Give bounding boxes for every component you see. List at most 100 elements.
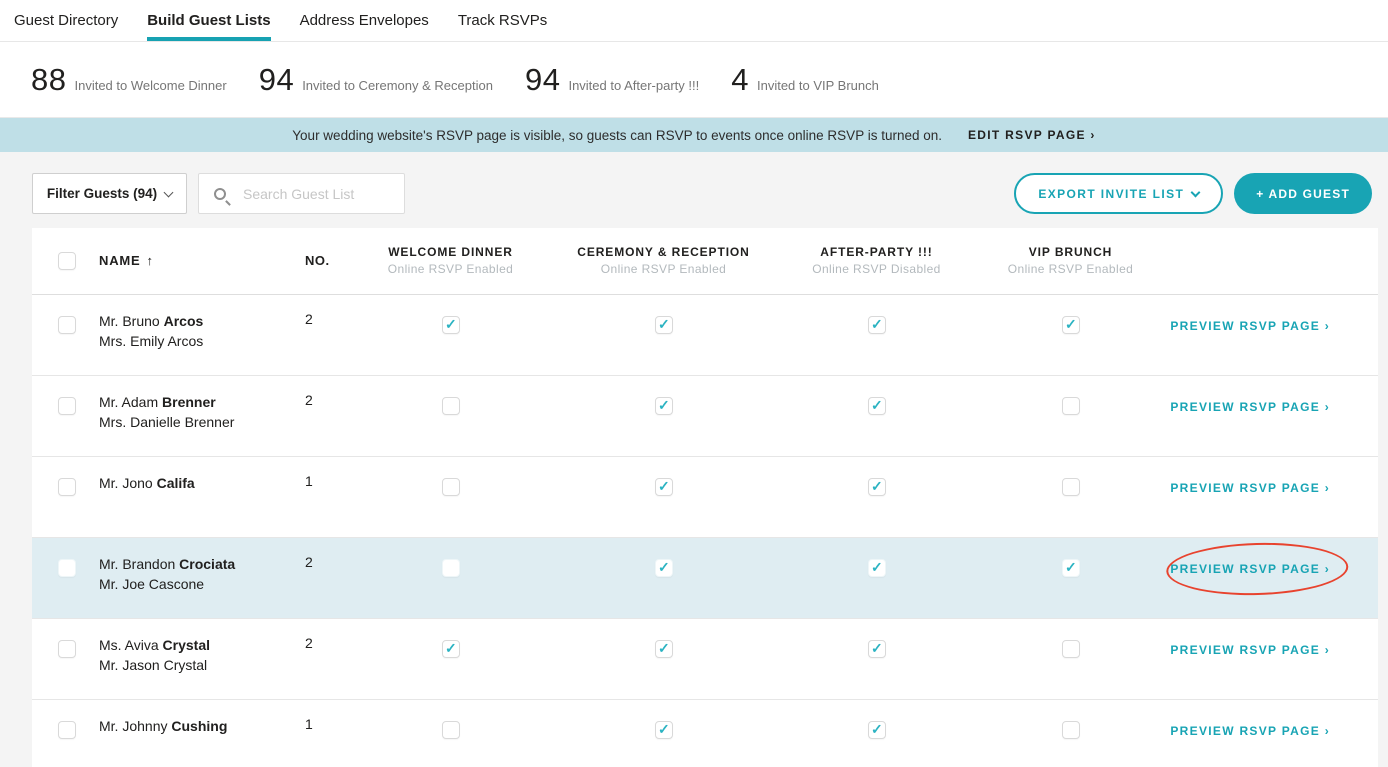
event-rsvp-checkbox-ceremony-reception[interactable] — [654, 316, 673, 334]
select-all-checkbox[interactable] — [58, 252, 76, 270]
party-count: 2 — [305, 392, 313, 408]
tab-bar: Guest Directory Build Guest Lists Addres… — [0, 0, 1388, 42]
event-rsvp-checkbox-vip-brunch[interactable] — [1061, 721, 1080, 739]
tab-label: Track RSVPs — [457, 12, 548, 29]
table-row: Mr. Johnny Cushing 1 PREVIEW RSVP PAGE › — [32, 700, 1378, 767]
event-rsvp-checkbox-vip-brunch[interactable] — [1061, 559, 1080, 577]
event-rsvp-status: Online RSVP Disabled — [812, 262, 941, 276]
event-rsvp-checkbox-ceremony-reception[interactable] — [654, 397, 673, 415]
preview-rsvp-link[interactable]: PREVIEW RSVP PAGE › — [1170, 562, 1330, 576]
guest-search[interactable] — [198, 173, 405, 214]
guest-names: Mr. Johnny Cushing — [99, 700, 305, 767]
table-row: Ms. Aviva Crystal Mr. Jason Crystal 2 PR… — [32, 619, 1378, 700]
event-rsvp-checkbox-welcome-dinner[interactable] — [441, 397, 460, 415]
preview-rsvp-wrap: PREVIEW RSVP PAGE › — [1170, 317, 1330, 335]
event-title: CEREMONY & RECEPTION — [577, 245, 750, 259]
guest-primary-name: Mr. Adam Brenner — [99, 394, 216, 410]
party-count: 2 — [305, 554, 313, 570]
event-rsvp-checkbox-welcome-dinner[interactable] — [441, 478, 460, 496]
party-count: 1 — [305, 473, 313, 489]
row-select-checkbox[interactable] — [58, 478, 76, 496]
event-rsvp-checkbox-ceremony-reception[interactable] — [654, 478, 673, 496]
event-rsvp-checkbox-after-party[interactable] — [867, 559, 886, 577]
row-select-checkbox[interactable] — [58, 640, 76, 658]
stat-count: 88 — [31, 61, 67, 97]
add-guest-button[interactable]: + ADD GUEST — [1234, 173, 1372, 214]
preview-rsvp-link[interactable]: PREVIEW RSVP PAGE › — [1170, 319, 1330, 333]
stat-count: 94 — [524, 61, 561, 97]
event-rsvp-checkbox-welcome-dinner[interactable] — [441, 640, 460, 658]
preview-rsvp-link[interactable]: PREVIEW RSVP PAGE › — [1170, 481, 1330, 495]
preview-rsvp-wrap: PREVIEW RSVP PAGE › — [1170, 641, 1330, 659]
edit-rsvp-page-link[interactable]: EDIT RSVP PAGE › — [968, 128, 1096, 142]
party-count: 2 — [305, 311, 313, 327]
event-title: AFTER-PARTY !!! — [820, 245, 933, 259]
column-header-no: NO. — [305, 253, 330, 268]
preview-rsvp-wrap: PREVIEW RSVP PAGE › — [1165, 540, 1350, 598]
row-select-checkbox[interactable] — [58, 397, 76, 415]
guest-names: Mr. Adam Brenner Mrs. Danielle Brenner — [99, 376, 305, 456]
export-invite-list-button[interactable]: EXPORT INVITE LIST — [1014, 173, 1224, 214]
event-rsvp-checkbox-after-party[interactable] — [867, 640, 886, 658]
party-count: 2 — [305, 635, 313, 651]
name-header-label: NAME — [99, 253, 141, 268]
guest-primary-name: Mr. Bruno Arcos — [99, 313, 204, 329]
table-header-row: NAME ↑ NO. WELCOME DINNER Online RSVP Ena… — [32, 228, 1378, 295]
filter-guests-label: Filter Guests (94) — [46, 186, 158, 201]
table-row: Mr. Jono Califa 1 PREVIEW RSVP PAGE › — [32, 457, 1378, 538]
row-select-checkbox[interactable] — [58, 559, 76, 577]
rsvp-notice-banner: Your wedding website's RSVP page is visi… — [0, 118, 1388, 152]
preview-rsvp-wrap: PREVIEW RSVP PAGE › — [1170, 398, 1330, 416]
event-rsvp-status: Online RSVP Enabled — [387, 262, 514, 276]
stat-count: 94 — [258, 61, 295, 97]
party-count: 1 — [305, 716, 313, 732]
event-rsvp-checkbox-ceremony-reception[interactable] — [654, 721, 673, 739]
preview-rsvp-link[interactable]: PREVIEW RSVP PAGE › — [1170, 724, 1330, 738]
event-rsvp-checkbox-welcome-dinner[interactable] — [441, 316, 460, 334]
tab-build-guest-lists[interactable]: Build Guest Lists — [147, 0, 271, 41]
guest-secondary-name: Mrs. Emily Arcos — [99, 333, 204, 349]
guest-names: Mr. Bruno Arcos Mrs. Emily Arcos — [99, 295, 305, 375]
tab-guest-directory[interactable]: Guest Directory — [14, 0, 118, 41]
stat-label: Invited to After-party !!! — [568, 77, 700, 93]
event-rsvp-checkbox-ceremony-reception[interactable] — [654, 640, 673, 658]
event-rsvp-checkbox-vip-brunch[interactable] — [1061, 397, 1080, 415]
event-rsvp-checkbox-vip-brunch[interactable] — [1061, 478, 1080, 496]
event-rsvp-status: Online RSVP Enabled — [600, 262, 727, 276]
preview-rsvp-link[interactable]: PREVIEW RSVP PAGE › — [1170, 400, 1330, 414]
guest-names: Ms. Aviva Crystal Mr. Jason Crystal — [99, 619, 305, 699]
event-rsvp-checkbox-vip-brunch[interactable] — [1061, 316, 1080, 334]
filter-guests-dropdown[interactable]: Filter Guests (94) — [32, 173, 187, 214]
stat-vip-brunch: 4 Invited to VIP Brunch — [731, 62, 879, 98]
event-rsvp-checkbox-after-party[interactable] — [867, 721, 886, 739]
tab-label: Address Envelopes — [299, 12, 429, 29]
event-rsvp-checkbox-after-party[interactable] — [867, 478, 886, 496]
event-title: WELCOME DINNER — [388, 245, 513, 259]
event-title: VIP BRUNCH — [1028, 245, 1113, 259]
guest-primary-name: Mr. Johnny Cushing — [99, 718, 228, 734]
stat-ceremony-reception: 94 Invited to Ceremony & Reception — [259, 62, 493, 98]
preview-rsvp-link[interactable]: PREVIEW RSVP PAGE › — [1170, 643, 1330, 657]
event-rsvp-checkbox-welcome-dinner[interactable] — [441, 559, 460, 577]
stat-label: Invited to Welcome Dinner — [74, 77, 227, 93]
chevron-down-icon — [1190, 187, 1201, 197]
column-header-vip-brunch: VIP BRUNCH Online RSVP Enabled — [983, 244, 1158, 278]
guest-names: Mr. Brandon Crociata Mr. Joe Cascone — [99, 538, 305, 618]
tab-track-rsvps[interactable]: Track RSVPs — [458, 0, 547, 41]
guest-list-table: NAME ↑ NO. WELCOME DINNER Online RSVP Ena… — [32, 228, 1378, 767]
event-rsvp-checkbox-ceremony-reception[interactable] — [654, 559, 673, 577]
search-input[interactable] — [243, 185, 393, 202]
column-header-name[interactable]: NAME ↑ — [99, 253, 154, 268]
banner-message: Your wedding website's RSVP page is visi… — [292, 127, 942, 143]
tab-label: Guest Directory — [14, 12, 119, 29]
event-rsvp-checkbox-after-party[interactable] — [867, 316, 886, 334]
guest-secondary-name: Mr. Jason Crystal — [99, 657, 208, 673]
stat-label: Invited to VIP Brunch — [756, 77, 879, 93]
row-select-checkbox[interactable] — [58, 316, 76, 334]
event-rsvp-checkbox-welcome-dinner[interactable] — [441, 721, 460, 739]
guest-list-toolbar: Filter Guests (94) EXPORT INVITE LIST + … — [32, 173, 1372, 214]
tab-address-envelopes[interactable]: Address Envelopes — [300, 0, 429, 41]
event-rsvp-checkbox-vip-brunch[interactable] — [1061, 640, 1080, 658]
row-select-checkbox[interactable] — [58, 721, 76, 739]
event-rsvp-checkbox-after-party[interactable] — [867, 397, 886, 415]
